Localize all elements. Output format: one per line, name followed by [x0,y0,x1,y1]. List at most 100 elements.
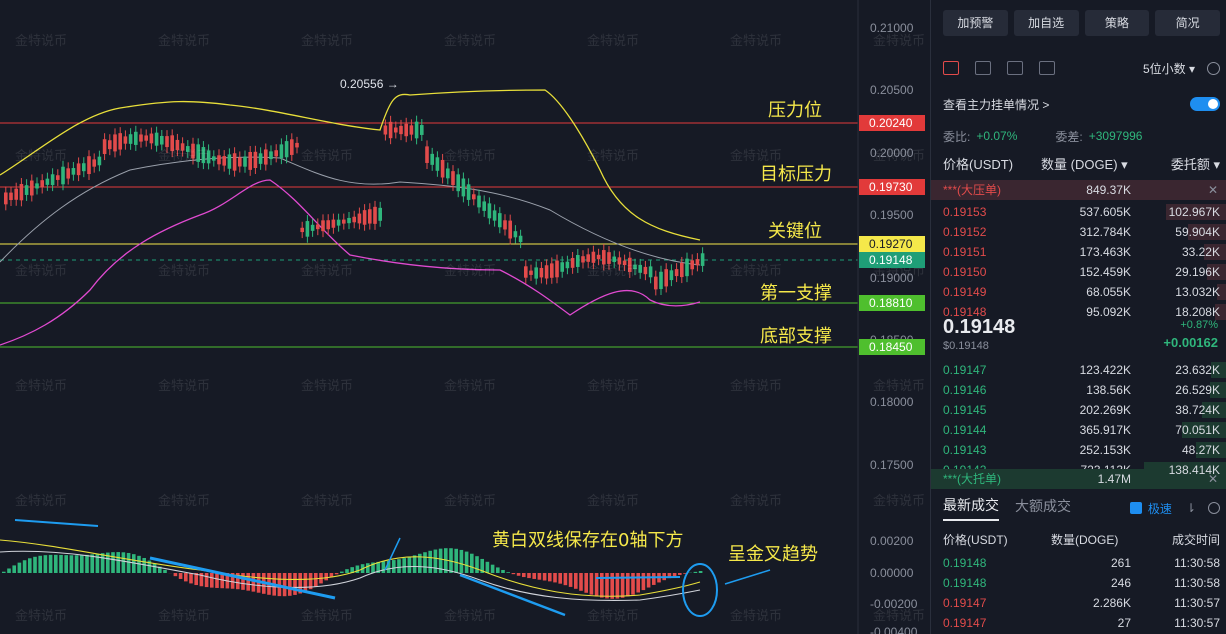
trade-row[interactable]: 0.19148 261 11:30:58 [931,553,1226,573]
watermark: 金特说币 [587,263,640,278]
macd-bar [33,556,37,573]
macd-bar [631,573,635,595]
row-qty: 68.055K [1086,285,1131,299]
macd-bar [324,573,328,581]
macd-bar [282,573,287,597]
level-annotation: 压力位 [768,100,822,121]
macd-bar [111,552,115,573]
watermark: 金特说币 [587,148,640,163]
fast-checkbox[interactable] [1129,502,1142,514]
bid-row[interactable]: 0.19143 252.153K 48.27K [931,440,1226,460]
macd-bar [693,571,698,573]
row-total: 38.724K [1175,403,1220,417]
ask-row[interactable]: 0.19151 173.463K 33.22K [931,242,1226,262]
trade-header-time: 成交时间 [1171,533,1220,547]
candlestick-chart[interactable]: 金特说币 金特说币 金特说币 金特说币 金特说币 金特说币 金特说币 金特说币 金特说币 金特说币… [0,0,930,634]
level-price-label: 0.19730 [859,179,925,195]
watermark: 金特说币 [158,378,211,393]
macd-bar [366,563,370,573]
macd-bar [646,573,651,588]
add-alert-button[interactable]: 加预警 [943,10,1008,36]
ratio-value: +0.07% [976,129,1018,143]
settings-icon[interactable] [1207,61,1220,75]
book-both-icon[interactable] [943,61,959,75]
main-order-toggle[interactable] [1190,97,1220,111]
book-header-total[interactable]: 委托额 ▾ [1171,155,1220,175]
macd-bar [568,573,573,587]
watermark: 金特说币 [158,33,211,48]
ask-row[interactable]: 0.19152 312.784K 59.904K [931,222,1226,242]
macd-bar [381,561,386,573]
row-price: 0.19148 [943,576,987,590]
bid-row[interactable]: 0.19147 123.422K 23.632K [931,360,1226,380]
book-asks-icon[interactable] [1007,61,1023,75]
macd-bar [433,549,438,573]
tab-latest-trades[interactable]: 最新成交 [943,495,999,521]
watermark: 金特说币 [15,493,68,508]
row-qty: 252.153K [1079,443,1131,457]
macd-bar [345,569,349,573]
row-price: 0.19148 [943,556,987,570]
book-header-qty[interactable]: 数量 (DOGE) ▾ [1041,155,1128,175]
macd-bar [74,555,79,573]
watermark: 金特说币 [587,608,640,623]
bid-row[interactable]: 0.19146 138.56K 26.529K [931,380,1226,400]
row-total: 11:30:57 [1174,616,1220,630]
bid-row[interactable]: 0.19145 202.269K 38.724K [931,400,1226,420]
settings-icon[interactable] [1208,502,1220,514]
precision-select[interactable]: 5位小数 ▾ [1143,60,1195,77]
watermark: 金特说币 [444,148,497,163]
trade-row[interactable]: 0.19147 27 11:30:57 [931,613,1226,633]
row-total: 23.632K [1175,363,1220,377]
row-qty: 365.917K [1079,423,1131,437]
level-price-label: 0.18810 [859,295,925,311]
macd-bar [48,554,53,573]
macd-bar [43,555,48,573]
upper-band [0,89,701,241]
row-total: 70.051K [1175,423,1220,437]
add-watchlist-button[interactable]: 加自选 [1013,10,1079,36]
row-qty: 2.286K [1092,596,1131,610]
big-ask-row[interactable]: ***(大压单) 849.37K ✕ [931,180,1226,200]
book-bids-icon[interactable] [975,61,991,75]
row-qty: 27 [1117,616,1131,630]
macd-bar [210,573,214,588]
trade-row[interactable]: 0.19147 2.286K 11:30:57 [931,593,1226,613]
macd-bar [542,573,547,581]
macd-bar [548,573,552,582]
row-price: 0.19146 [943,383,987,397]
macd-bar [215,573,219,588]
macd-bar [90,554,94,573]
axis-tick-label: 0.19500 [870,208,914,222]
change-absolute: +0.00162 [1163,335,1218,350]
tab-large-trades[interactable]: 大额成交 [1015,496,1071,520]
row-price: 0.19153 [943,205,987,219]
trade-row[interactable]: 0.19148 246 11:30:58 [931,573,1226,593]
watermark: 金特说币 [301,33,354,48]
macd-bar [511,573,516,575]
main-order-label[interactable]: 查看主力挂单情况 > [943,96,1049,113]
filter-icon[interactable]: ⇂ [1186,501,1196,515]
watermark: 金特说币 [444,263,497,278]
ask-row[interactable]: 0.19150 152.459K 29.196K [931,262,1226,282]
big-ask-value: 849.37K [1086,183,1131,197]
close-icon[interactable]: ✕ [1208,180,1218,200]
macd-bar [121,552,126,573]
ask-row[interactable]: 0.19149 68.055K 13.032K [931,282,1226,302]
macd-bar [392,560,396,573]
macd-bar [412,555,417,573]
row-price: 0.19145 [943,403,987,417]
level-annotation: 目标压力 [760,164,832,185]
level-annotation: 关键位 [768,221,822,242]
watermark: 金特说币 [158,493,211,508]
overview-button[interactable]: 简况 [1155,10,1220,36]
macd-bar [69,555,74,573]
book-compact-icon[interactable] [1039,61,1055,75]
macd-bar [173,573,178,577]
axis-tick-label: 0.19000 [870,271,914,285]
bid-row[interactable]: 0.19144 365.917K 70.051K [931,420,1226,440]
ask-row[interactable]: 0.19153 537.605K 102.967K [931,202,1226,222]
strategy-button[interactable]: 策略 [1084,10,1150,36]
macd-bar [553,573,557,583]
macd-bar [532,573,536,579]
